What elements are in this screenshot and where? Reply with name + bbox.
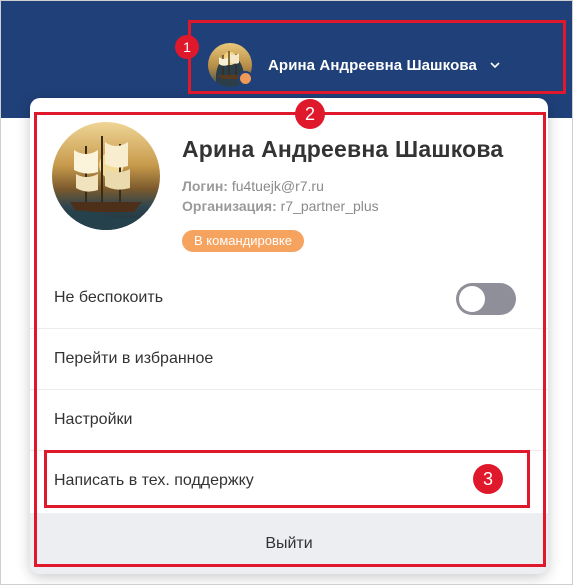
organization-row: Организация: r7_partner_plus [182, 198, 379, 214]
user-menu-trigger[interactable]: Арина Андреевна Шашкова [196, 36, 556, 94]
callout-number-3: 3 [473, 464, 503, 494]
callout-number-2: 2 [295, 99, 325, 129]
organization-label: Организация: [182, 198, 277, 214]
login-label: Логин: [182, 178, 228, 194]
profile-section: Арина Андреевна Шашкова Логин: fu4tuejk@… [30, 98, 548, 268]
favorites-label: Перейти в избранное [54, 349, 214, 367]
settings-label: Настройки [54, 410, 133, 428]
login-value: fu4tuejk@r7.ru [231, 178, 324, 194]
callout-number-1: 1 [175, 35, 199, 59]
user-avatar-large [52, 122, 160, 230]
status-badge: В командировке [182, 230, 304, 252]
sailing-ship-icon [52, 136, 160, 230]
menu-item-do-not-disturb[interactable]: Не беспокоить [30, 268, 548, 328]
support-label: Написать в тех. поддержку [54, 471, 254, 489]
logout-button[interactable]: Выйти [30, 513, 548, 574]
profile-full-name: Арина Андреевна Шашкова [182, 136, 504, 162]
do-not-disturb-label: Не беспокоить [54, 289, 164, 306]
menu-item-favorites[interactable]: Перейти в избранное [30, 328, 548, 388]
organization-value: r7_partner_plus [280, 198, 379, 214]
user-avatar-small [208, 43, 253, 87]
do-not-disturb-toggle[interactable] [456, 283, 516, 315]
toggle-knob [459, 286, 485, 312]
user-dropdown-menu: Арина Андреевна Шашкова Логин: fu4tuejk@… [30, 98, 548, 574]
menu-item-support[interactable]: Написать в тех. поддержку [30, 450, 548, 510]
status-indicator-dot [238, 71, 253, 86]
menu-item-settings[interactable]: Настройки [30, 389, 548, 449]
chevron-down-icon[interactable] [489, 59, 501, 71]
header-user-name: Арина Андреевна Шашкова [268, 56, 477, 74]
login-row: Логин: fu4tuejk@r7.ru [182, 178, 324, 194]
